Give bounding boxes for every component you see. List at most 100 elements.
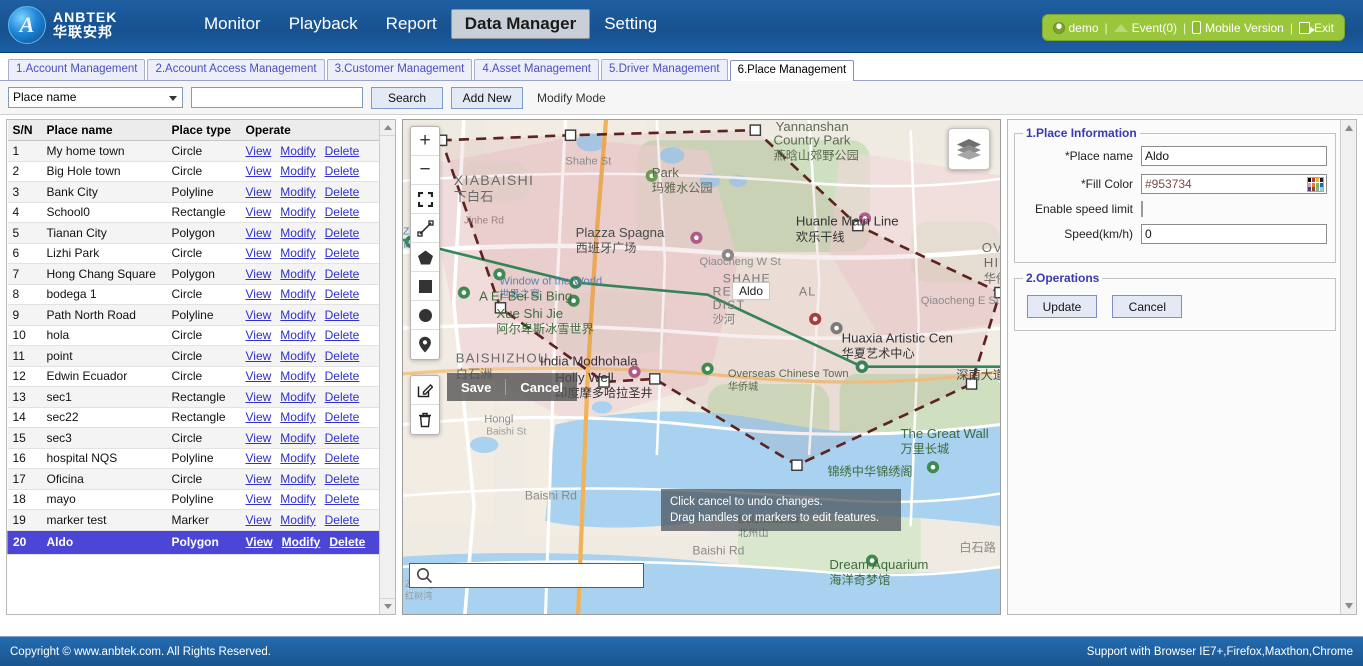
table-row[interactable]: 20AldoPolygonViewModifyDelete <box>8 530 380 554</box>
tab-account-access-management[interactable]: 2.Account Access Management <box>147 59 324 80</box>
view-link[interactable]: View <box>246 431 272 445</box>
table-row[interactable]: 2Big Hole townCircleViewModifyDelete <box>8 161 380 182</box>
map-search-input[interactable] <box>433 564 643 587</box>
nav-item-playback[interactable]: Playback <box>275 9 372 39</box>
delete-link[interactable]: Delete <box>325 308 360 322</box>
table-row[interactable]: 10holaCircleViewModifyDelete <box>8 325 380 346</box>
delete-feature-icon[interactable] <box>411 405 439 434</box>
draw-polyline-icon[interactable] <box>411 214 439 243</box>
modify-link[interactable]: Modify <box>280 390 315 404</box>
view-link[interactable]: View <box>246 369 272 383</box>
table-row[interactable]: 1My home townCircleViewModifyDelete <box>8 141 380 162</box>
modify-link[interactable]: Modify <box>280 431 315 445</box>
table-row[interactable]: 8bodega 1CircleViewModifyDelete <box>8 284 380 305</box>
modify-link[interactable]: Modify <box>280 267 315 281</box>
view-link[interactable]: View <box>246 308 272 322</box>
view-link[interactable]: View <box>246 472 272 486</box>
draw-marker-icon[interactable] <box>411 330 439 359</box>
map-cancel-button[interactable]: Cancel <box>506 380 577 395</box>
nav-item-monitor[interactable]: Monitor <box>190 9 275 39</box>
view-link[interactable]: View <box>246 390 272 404</box>
draw-polygon-icon[interactable] <box>411 243 439 272</box>
color-picker-icon[interactable] <box>1307 177 1324 192</box>
search-input[interactable] <box>191 87 363 108</box>
map-panel[interactable]: XIABAISHI下白石Shahe StYannanshanCountry Pa… <box>402 119 1001 615</box>
delete-link[interactable]: Delete <box>325 349 360 363</box>
scroll-down-icon[interactable] <box>380 598 396 614</box>
map-save-button[interactable]: Save <box>447 380 505 395</box>
modify-link[interactable]: Modify <box>280 410 315 424</box>
delete-link[interactable]: Delete <box>325 390 360 404</box>
modify-link[interactable]: Modify <box>280 369 315 383</box>
delete-link[interactable]: Delete <box>325 246 360 260</box>
table-row[interactable]: 16hospital NQSPolylineViewModifyDelete <box>8 448 380 469</box>
tab-customer-management[interactable]: 3.Customer Management <box>327 59 473 80</box>
detail-scroll-up-icon[interactable] <box>1341 120 1357 136</box>
detail-scroll-down-icon[interactable] <box>1341 598 1357 614</box>
view-link[interactable]: View <box>246 226 272 240</box>
modify-link[interactable]: Modify <box>280 246 315 260</box>
table-scrollbar[interactable] <box>379 120 395 614</box>
modify-link[interactable]: Modify <box>280 287 315 301</box>
scroll-up-icon[interactable] <box>380 120 396 136</box>
update-button[interactable]: Update <box>1027 295 1097 318</box>
modify-link[interactable]: Modify <box>280 164 315 178</box>
zoom-in-button[interactable]: + <box>411 127 439 156</box>
delete-link[interactable]: Delete <box>325 226 360 240</box>
delete-link[interactable]: Delete <box>325 328 360 342</box>
delete-link[interactable]: Delete <box>325 451 360 465</box>
table-row[interactable]: 5Tianan CityPolygonViewModifyDelete <box>8 223 380 244</box>
view-link[interactable]: View <box>246 246 272 260</box>
view-link[interactable]: View <box>246 328 272 342</box>
map-search-box[interactable] <box>409 563 644 588</box>
view-link[interactable]: View <box>246 513 272 527</box>
view-link[interactable]: View <box>246 492 272 506</box>
tab-driver-management[interactable]: 5.Driver Management <box>601 59 728 80</box>
delete-link[interactable]: Delete <box>325 431 360 445</box>
nav-item-data-manager[interactable]: Data Manager <box>451 9 590 39</box>
delete-link[interactable]: Delete <box>325 205 360 219</box>
view-link[interactable]: View <box>246 451 272 465</box>
table-row[interactable]: 3Bank CityPolylineViewModifyDelete <box>8 182 380 203</box>
fullscreen-icon[interactable] <box>411 185 439 214</box>
view-link[interactable]: View <box>246 205 272 219</box>
view-link[interactable]: View <box>246 349 272 363</box>
modify-link[interactable]: Modify <box>280 492 315 506</box>
modify-link[interactable]: Modify <box>280 144 315 158</box>
modify-link[interactable]: Modify <box>280 513 315 527</box>
delete-link[interactable]: Delete <box>325 287 360 301</box>
map-canvas[interactable]: XIABAISHI下白石Shahe StYannanshanCountry Pa… <box>403 120 1000 615</box>
nav-item-report[interactable]: Report <box>372 9 451 39</box>
exit-link[interactable]: Exit <box>1314 21 1334 35</box>
view-link[interactable]: View <box>246 185 272 199</box>
search-field-select[interactable]: Place name <box>8 87 183 108</box>
cancel-button[interactable]: Cancel <box>1112 295 1182 318</box>
view-link[interactable]: View <box>246 535 273 549</box>
nav-item-setting[interactable]: Setting <box>590 9 671 39</box>
delete-link[interactable]: Delete <box>325 185 360 199</box>
mobile-version-link[interactable]: Mobile Version <box>1205 21 1284 35</box>
modify-link[interactable]: Modify <box>280 451 315 465</box>
draw-rectangle-icon[interactable] <box>411 272 439 301</box>
table-row[interactable]: 7Hong Chang SquarePolygonViewModifyDelet… <box>8 264 380 285</box>
tab-place-management[interactable]: 6.Place Management <box>730 60 855 81</box>
table-row[interactable]: 4School0RectangleViewModifyDelete <box>8 202 380 223</box>
speed-limit-checkbox[interactable] <box>1141 201 1143 217</box>
modify-link[interactable]: Modify <box>280 205 315 219</box>
modify-link[interactable]: Modify <box>280 472 315 486</box>
event-link[interactable]: Event(0) <box>1132 21 1177 35</box>
delete-link[interactable]: Delete <box>325 164 360 178</box>
zoom-out-button[interactable]: − <box>411 156 439 185</box>
table-row[interactable]: 14sec22RectangleViewModifyDelete <box>8 407 380 428</box>
table-row[interactable]: 11pointCircleViewModifyDelete <box>8 346 380 367</box>
speed-input[interactable] <box>1141 224 1327 244</box>
tab-account-management[interactable]: 1.Account Management <box>8 59 145 80</box>
delete-link[interactable]: Delete <box>325 513 360 527</box>
modify-link[interactable]: Modify <box>280 328 315 342</box>
table-row[interactable]: 19marker testMarkerViewModifyDelete <box>8 510 380 531</box>
modify-link[interactable]: Modify <box>282 535 321 549</box>
table-row[interactable]: 13sec1RectangleViewModifyDelete <box>8 387 380 408</box>
search-button[interactable]: Search <box>371 87 443 109</box>
edit-feature-icon[interactable] <box>411 376 439 405</box>
view-link[interactable]: View <box>246 144 272 158</box>
